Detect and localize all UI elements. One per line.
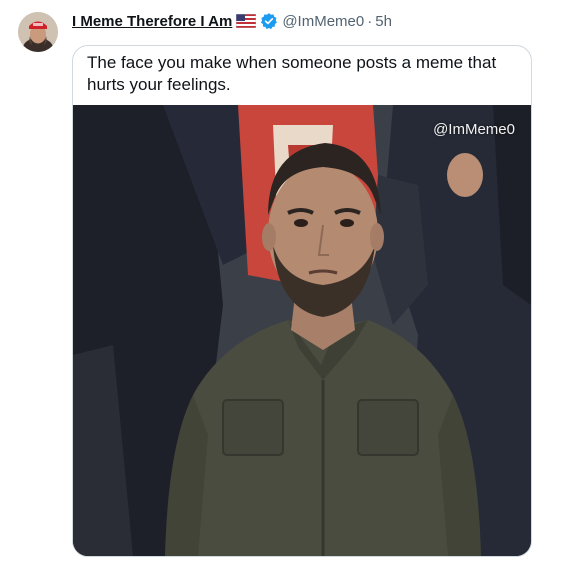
separator-dot: · bbox=[367, 12, 373, 30]
us-flag-icon bbox=[236, 13, 257, 29]
display-name[interactable]: I Meme Therefore I Am bbox=[72, 13, 232, 30]
tweet: I Meme Therefore I Am @ImMeme0 · 5h The … bbox=[0, 0, 561, 568]
avatar[interactable] bbox=[18, 12, 58, 52]
tweet-header: I Meme Therefore I Am @ImMeme0 · 5h bbox=[72, 10, 392, 32]
meme-photo-illustration bbox=[73, 105, 531, 556]
avatar-image bbox=[18, 12, 58, 52]
verified-badge-icon bbox=[260, 12, 278, 30]
quote-caption: The face you make when someone posts a m… bbox=[87, 53, 497, 94]
meme-photo[interactable]: @ImMeme0 bbox=[73, 105, 531, 556]
user-handle[interactable]: @ImMeme0 bbox=[282, 13, 364, 30]
image-watermark: @ImMeme0 bbox=[433, 121, 515, 138]
timestamp[interactable]: 5h bbox=[375, 13, 392, 30]
quoted-tweet-card[interactable]: The face you make when someone posts a m… bbox=[72, 45, 532, 557]
